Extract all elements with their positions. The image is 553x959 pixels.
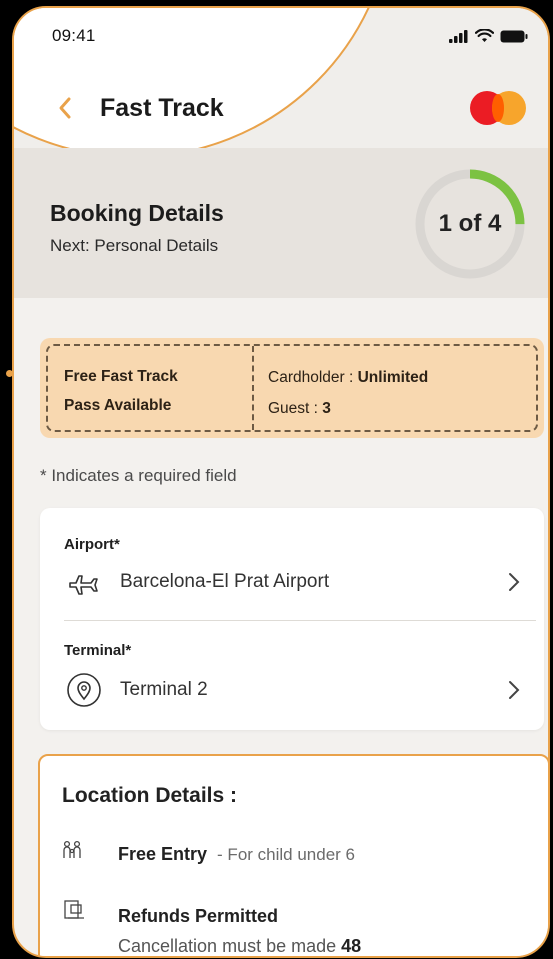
nav-bar: Fast Track xyxy=(52,88,530,128)
progress-label: 1 of 4 xyxy=(438,210,502,237)
guest-value: 3 xyxy=(322,400,331,417)
back-chevron-icon[interactable] xyxy=(52,95,78,121)
pass-line-1: Free Fast Track xyxy=(64,368,178,385)
status-icons xyxy=(449,29,528,43)
booking-next-step: Next: Personal Details xyxy=(50,236,219,255)
page-title: Fast Track xyxy=(100,93,224,122)
cardholder-allowance: Cardholder : Unlimited xyxy=(268,362,536,393)
location-pin-icon xyxy=(64,670,104,710)
terminal-value: Terminal 2 xyxy=(120,679,208,700)
terminal-select[interactable]: Terminal 2 xyxy=(64,670,524,710)
cancellation-hours: 48 xyxy=(341,936,362,956)
location-details-title: Location Details : xyxy=(62,784,238,807)
cardholder-value: Unlimited xyxy=(357,369,429,386)
refunds-row: Refunds Permitted xyxy=(62,898,278,927)
airport-select[interactable]: Barcelona-El Prat Airport xyxy=(64,562,524,602)
header-area: 09:41 Fast Track xyxy=(14,8,548,148)
required-field-note: * Indicates a required field xyxy=(40,466,237,485)
airport-value: Barcelona-El Prat Airport xyxy=(120,571,330,592)
chevron-right-icon xyxy=(504,680,524,700)
airport-terminal-card: Airport* Barcelona-El Prat Airport Termi… xyxy=(40,508,544,730)
airplane-icon xyxy=(64,562,104,602)
booking-progress-banner: Booking Details Next: Personal Details 1… xyxy=(14,148,548,298)
cardholder-label: Cardholder : xyxy=(268,369,358,386)
field-divider xyxy=(64,620,536,621)
location-details-card: Location Details : Free Entry - For chil… xyxy=(38,754,548,956)
refund-icon xyxy=(62,898,98,922)
free-entry-row: Free Entry - For child under 6 xyxy=(62,840,355,865)
phone-screen: 09:41 Fast Track Booking Details Next: P… xyxy=(12,6,550,958)
pass-availability: Free Fast Track Pass Available xyxy=(48,346,254,430)
pass-allowance: Cardholder : Unlimited Guest : 3 xyxy=(254,346,536,430)
battery-icon xyxy=(500,30,528,42)
fast-track-pass-info: Free Fast Track Pass Available Cardholde… xyxy=(40,338,544,438)
family-icon xyxy=(62,840,98,860)
refunds-label: Refunds Permitted xyxy=(118,906,279,926)
guest-label: Guest : xyxy=(268,400,323,417)
booking-title: Booking Details xyxy=(50,200,224,226)
terminal-label: Terminal* xyxy=(64,642,132,659)
wifi-icon xyxy=(475,29,494,42)
mastercard-logo xyxy=(470,91,530,125)
guest-allowance: Guest : 3 xyxy=(268,393,536,424)
signal-icon xyxy=(449,29,468,43)
cancellation-text: Cancellation must be made xyxy=(118,936,342,956)
free-entry-label: Free Entry xyxy=(118,844,208,864)
status-bar: 09:41 xyxy=(52,24,528,48)
pass-line-2: Pass Available xyxy=(64,397,172,414)
airport-label: Airport* xyxy=(64,536,120,553)
chevron-right-icon xyxy=(504,572,524,592)
status-time: 09:41 xyxy=(52,26,96,45)
cancellation-note: Cancellation must be made 48 xyxy=(118,936,362,956)
free-entry-detail: - For child under 6 xyxy=(217,845,355,864)
